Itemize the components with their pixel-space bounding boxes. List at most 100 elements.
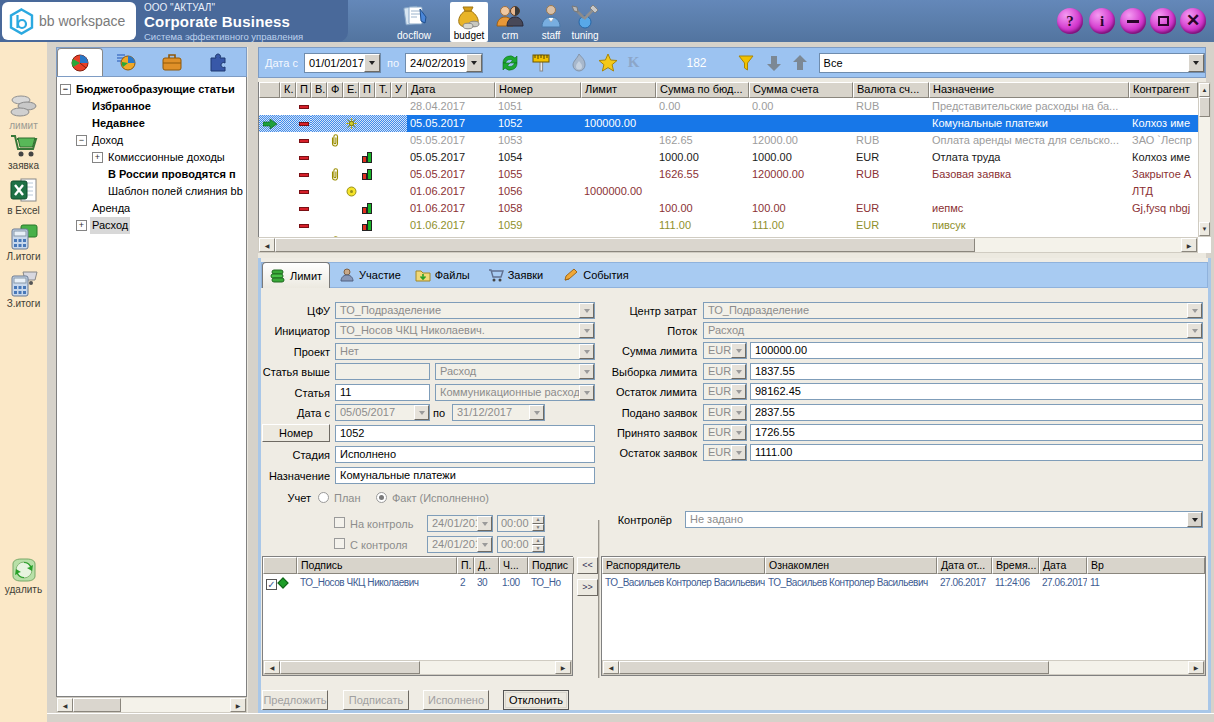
- collapse-icon[interactable]: −: [76, 135, 87, 146]
- module-crm[interactable]: crm: [492, 2, 528, 42]
- money-value-field[interactable]: 2837.55: [750, 404, 1203, 421]
- signs-column-header[interactable]: [263, 557, 297, 574]
- grid-column-header[interactable]: [259, 82, 280, 98]
- cost-center-select[interactable]: ТО_Подразделение: [703, 302, 1203, 319]
- grid-hscrollbar[interactable]: ◀ ▶: [258, 237, 1198, 253]
- tree-tab-briefcase[interactable]: [149, 47, 195, 76]
- tab-limit[interactable]: Лимит: [262, 262, 330, 288]
- money-value-field[interactable]: 100000.00: [750, 342, 1203, 359]
- k-button[interactable]: K: [628, 54, 640, 71]
- tree-item[interactable]: +Расход: [57, 217, 246, 234]
- scroll-thumb[interactable]: [280, 661, 420, 674]
- sidebar-delete-button[interactable]: удалить: [0, 556, 47, 595]
- signs-column-header[interactable]: Ч...: [499, 557, 528, 574]
- sidebar-z-itogi-button[interactable]: З.итоги: [0, 270, 47, 309]
- from-control-date[interactable]: 24/01/2019: [427, 536, 493, 553]
- detail-date-from[interactable]: 05/05/2017: [335, 404, 430, 421]
- number-field[interactable]: 1052: [335, 425, 595, 442]
- project-select[interactable]: Нет: [335, 343, 595, 360]
- expand-icon[interactable]: +: [76, 220, 87, 231]
- dropdown-arrow-icon[interactable]: [466, 54, 482, 72]
- module-budget[interactable]: budget: [450, 2, 488, 42]
- module-tuning[interactable]: tuning: [566, 2, 604, 42]
- scroll-left-arrow[interactable]: ◀: [57, 698, 73, 712]
- currency-select[interactable]: EUR: [703, 363, 747, 380]
- signs-column-header[interactable]: П.: [457, 557, 474, 574]
- detail-date-to[interactable]: 31/12/2017: [452, 404, 545, 421]
- grid-column-header[interactable]: П: [296, 82, 311, 98]
- expand-icon[interactable]: +: [92, 152, 103, 163]
- tab-files[interactable]: Файлы: [408, 262, 477, 288]
- currency-select[interactable]: EUR: [703, 424, 747, 441]
- reject-button[interactable]: Отклонить: [503, 690, 569, 710]
- managers-column-header[interactable]: Вр: [1087, 557, 1205, 574]
- collapse-icon[interactable]: −: [60, 84, 71, 95]
- dropdown-arrow-icon[interactable]: [1188, 54, 1204, 72]
- sign-checkbox[interactable]: ✓: [266, 579, 277, 590]
- controller-select[interactable]: Не задано: [685, 511, 1203, 528]
- from-control-checkbox[interactable]: [334, 538, 345, 549]
- tree-tab-budget-articles[interactable]: [57, 48, 103, 76]
- tree-item[interactable]: Шаблон полей слияния bb: [57, 183, 246, 200]
- tree-item[interactable]: Аренда: [57, 200, 246, 217]
- sort-asc-button[interactable]: [792, 54, 808, 72]
- scroll-down-arrow[interactable]: ▼: [1199, 222, 1210, 236]
- tree-item[interactable]: −Бюджетообразующие статьи: [57, 81, 246, 98]
- module-staff[interactable]: staff: [533, 2, 569, 42]
- help-button[interactable]: ?: [1057, 8, 1083, 34]
- currency-select[interactable]: EUR: [703, 342, 747, 359]
- grid-column-header[interactable]: Контрагент: [1129, 82, 1198, 98]
- panel-splitter[interactable]: [248, 47, 258, 713]
- grid-row[interactable]: 28.04.201710510.000.00RUBПредставительск…: [259, 98, 1211, 115]
- grid-row[interactable]: 05.05.201710541000.001000.00EURОтлата тр…: [259, 149, 1211, 166]
- scroll-left-arrow[interactable]: ◀: [259, 238, 275, 252]
- tab-sobytiya[interactable]: События: [556, 262, 635, 288]
- tree-item[interactable]: +Комиссионные доходы: [57, 149, 246, 166]
- grid-column-header[interactable]: Сумма по бюд...: [656, 82, 749, 98]
- managers-column-header[interactable]: Ознакомлен: [765, 557, 937, 574]
- sidebar-l-itogi-button[interactable]: Л.итоги: [0, 223, 47, 262]
- tree-item[interactable]: −Доход: [57, 132, 246, 149]
- grid-column-header[interactable]: Ф: [327, 82, 343, 98]
- grid-column-header[interactable]: Назначение: [929, 82, 1129, 98]
- scroll-thumb[interactable]: [73, 698, 121, 712]
- flame-button[interactable]: [570, 53, 588, 73]
- number-button[interactable]: Номер: [262, 424, 330, 442]
- expand-signs-button[interactable]: >>: [577, 579, 598, 596]
- scroll-thumb[interactable]: [619, 661, 1049, 674]
- currency-select[interactable]: EUR: [703, 444, 747, 461]
- grid-row[interactable]: 05.05.20171053162.6512000.00RUBОплата ар…: [259, 132, 1211, 149]
- collapse-signs-button[interactable]: <<: [577, 557, 598, 574]
- scroll-thumb[interactable]: [275, 238, 975, 252]
- initiator-select[interactable]: ТО_Носов ЧКЦ Николаевич.: [335, 322, 595, 339]
- stage-field[interactable]: Исполнено: [335, 446, 595, 463]
- grid-row[interactable]: 05.05.20171052100000.00Комунальные плате…: [259, 115, 1211, 132]
- tree-hscrollbar[interactable]: ◀ ▶: [56, 697, 247, 713]
- fact-radio[interactable]: [376, 492, 387, 503]
- scroll-left-arrow[interactable]: ◀: [603, 661, 619, 674]
- tab-uchastie[interactable]: Участие: [332, 262, 408, 288]
- managers-column-header[interactable]: Распорядитель: [602, 557, 765, 574]
- done-button[interactable]: Исполнено: [423, 690, 489, 710]
- refresh-button[interactable]: [499, 53, 521, 73]
- grid-row[interactable]: 01.06.20171059111.00111.00EURпивсук: [259, 217, 1211, 234]
- grid-row[interactable]: 05.05.201710551626.55120000.00RUBБазовая…: [259, 166, 1211, 183]
- grid-column-header[interactable]: Номер: [495, 82, 581, 98]
- on-control-checkbox[interactable]: [334, 517, 345, 528]
- money-value-field[interactable]: 1726.55: [750, 424, 1203, 441]
- maximize-button[interactable]: [1150, 8, 1176, 34]
- grid-column-header[interactable]: К.: [280, 82, 296, 98]
- money-value-field[interactable]: 1837.55: [750, 363, 1203, 380]
- grid-column-header[interactable]: Лимит: [581, 82, 656, 98]
- date-from-picker[interactable]: 01/01/2017: [304, 53, 381, 73]
- spinner-buttons[interactable]: ▲▼: [532, 537, 544, 552]
- dropdown-arrow-icon[interactable]: [364, 54, 380, 72]
- grid-column-header[interactable]: Валюта сч...: [853, 82, 929, 98]
- from-control-time[interactable]: 00:00▲▼: [497, 536, 545, 553]
- managers-column-header[interactable]: Дата: [1039, 557, 1087, 574]
- cfu-select[interactable]: ТО_Подразделение: [335, 302, 595, 319]
- article-above-field[interactable]: [335, 363, 430, 380]
- sort-desc-button[interactable]: [766, 54, 782, 72]
- plan-radio[interactable]: [318, 492, 329, 503]
- filter-button[interactable]: [737, 54, 755, 72]
